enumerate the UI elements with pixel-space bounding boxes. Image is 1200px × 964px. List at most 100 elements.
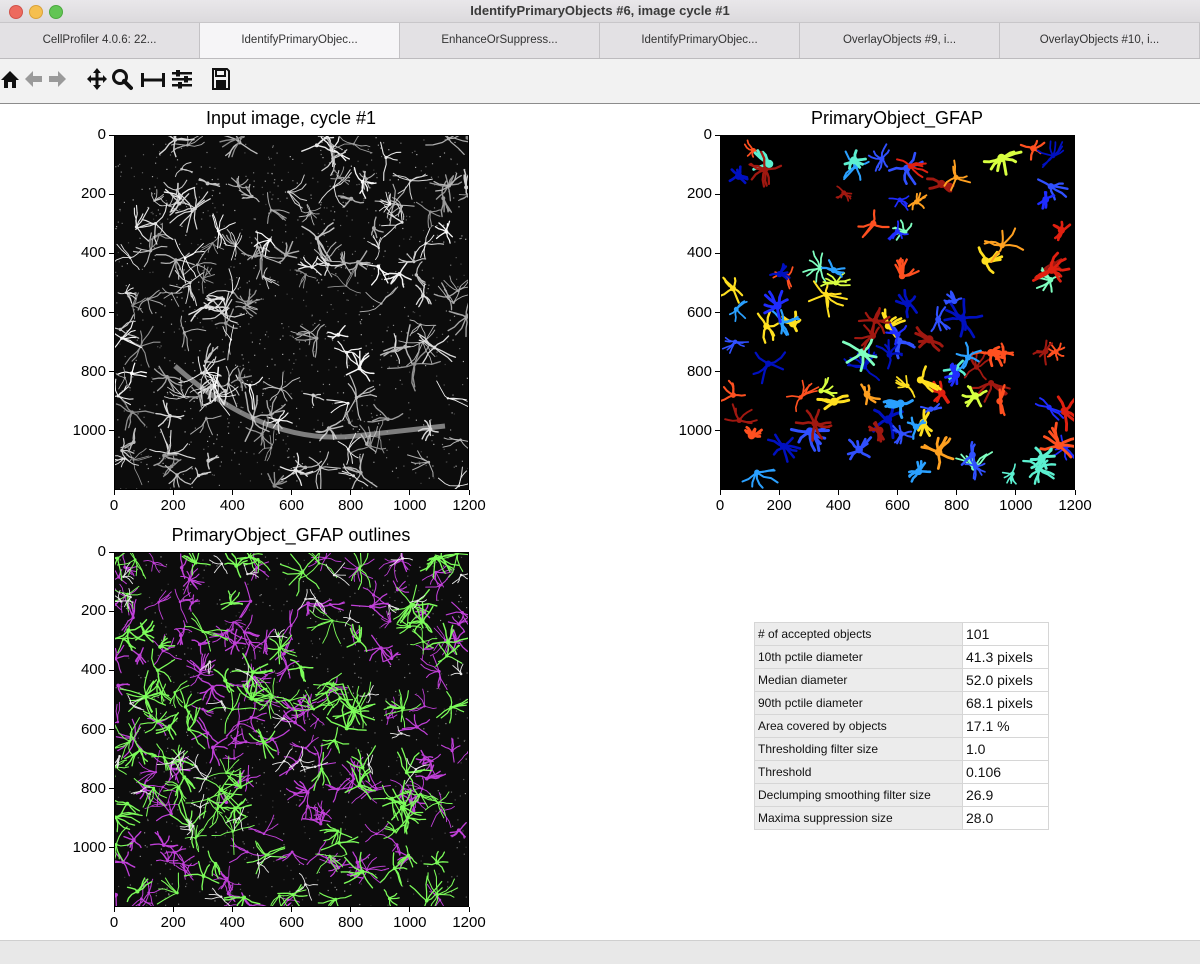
- cell-mark: [192, 468, 211, 484]
- noise-pixel: [240, 263, 241, 264]
- noise-pixel: [376, 173, 377, 174]
- noise-pixel: [431, 177, 432, 178]
- tab-enhance-or-suppress[interactable]: EnhanceOrSuppress...: [400, 23, 600, 58]
- tab-overlay-objects-10[interactable]: OverlayObjects #10, i...: [1000, 23, 1200, 58]
- noise-pixel: [324, 207, 325, 208]
- noise-pixel: [249, 237, 250, 238]
- cell-mark: [725, 404, 757, 423]
- noise-pixel: [373, 717, 374, 718]
- cell-mark: [318, 893, 351, 907]
- noise-pixel: [249, 895, 250, 896]
- noise-pixel: [201, 188, 202, 189]
- noise-pixel: [192, 362, 193, 363]
- noise-pixel: [124, 202, 125, 203]
- y-tick-mark: [715, 312, 720, 313]
- noise-pixel: [167, 393, 168, 394]
- x-tick-label: 0: [84, 497, 144, 514]
- cell-mark: [138, 290, 163, 313]
- cell-mark: [384, 649, 400, 661]
- x-tick-mark: [350, 490, 351, 495]
- noise-pixel: [392, 471, 393, 472]
- configure-subplots-icon[interactable]: [171, 67, 193, 91]
- noise-pixel: [436, 376, 437, 377]
- noise-pixel: [456, 449, 457, 450]
- noise-pixel: [238, 324, 239, 325]
- cell-mark: [917, 367, 941, 392]
- forward-arrow-icon[interactable]: [48, 67, 68, 91]
- noise-pixel: [192, 747, 193, 748]
- noise-pixel: [312, 643, 313, 644]
- noise-pixel: [255, 219, 256, 220]
- stat-label: 10th pctile diameter: [755, 646, 963, 669]
- tab-identify-primary-objects[interactable]: IdentifyPrimaryObjec...: [600, 23, 800, 58]
- noise-pixel: [350, 870, 351, 871]
- noise-pixel: [136, 360, 137, 361]
- noise-pixel: [167, 739, 168, 740]
- noise-pixel: [262, 395, 263, 396]
- axis-range-icon[interactable]: [140, 67, 166, 91]
- primary-objects-plot[interactable]: [720, 135, 1075, 490]
- noise-pixel: [329, 359, 330, 360]
- pan-move-icon[interactable]: [86, 67, 108, 91]
- noise-pixel: [203, 449, 204, 450]
- noise-pixel: [190, 691, 191, 692]
- input-image-plot[interactable]: [114, 135, 469, 490]
- table-row: Area covered by objects17.1 %: [755, 715, 1049, 738]
- cell-mark: [352, 553, 371, 589]
- noise-pixel: [378, 423, 379, 424]
- noise-pixel: [122, 489, 123, 490]
- noise-pixel: [403, 466, 404, 467]
- cell-mark: [268, 473, 287, 490]
- noise-pixel: [259, 759, 260, 760]
- noise-pixel: [360, 454, 361, 455]
- noise-pixel: [285, 225, 286, 226]
- tab-overlay-objects-9[interactable]: OverlayObjects #9, i...: [800, 23, 1000, 58]
- noise-pixel: [327, 464, 328, 465]
- cell-mark: [884, 400, 912, 418]
- noise-pixel: [256, 817, 257, 818]
- noise-pixel: [397, 477, 398, 478]
- cell-mark: [226, 629, 246, 654]
- noise-pixel: [213, 190, 214, 191]
- noise-pixel: [205, 697, 206, 698]
- cell-mark: [360, 287, 398, 312]
- noise-pixel: [377, 671, 378, 672]
- cell-mark: [254, 232, 280, 256]
- home-icon[interactable]: [0, 67, 20, 91]
- noise-pixel: [409, 372, 410, 373]
- tab-cellprofiler[interactable]: CellProfiler 4.0.6: 22...: [0, 23, 200, 58]
- noise-pixel: [373, 614, 374, 615]
- noise-pixel: [420, 629, 421, 630]
- noise-pixel: [343, 293, 344, 294]
- x-tick-mark: [1075, 490, 1076, 495]
- cell-mark: [425, 792, 452, 818]
- noise-pixel: [362, 569, 363, 570]
- noise-pixel: [190, 806, 191, 807]
- noise-pixel: [360, 321, 361, 322]
- noise-pixel: [146, 464, 147, 465]
- cell-mark: [909, 461, 930, 481]
- noise-pixel: [168, 584, 169, 585]
- zoom-magnifier-icon[interactable]: [111, 67, 133, 91]
- noise-pixel: [178, 904, 179, 905]
- outlines-plot[interactable]: [114, 552, 469, 907]
- noise-pixel: [142, 320, 143, 321]
- cell-mark: [1054, 222, 1070, 240]
- noise-pixel: [397, 757, 398, 758]
- noise-pixel: [141, 454, 142, 455]
- tab-identify-primary-objects-active[interactable]: IdentifyPrimaryObjec...: [200, 23, 400, 58]
- noise-pixel: [171, 324, 172, 325]
- noise-pixel: [467, 672, 468, 673]
- back-arrow-icon[interactable]: [23, 67, 43, 91]
- save-figure-icon[interactable]: [211, 67, 231, 91]
- noise-pixel: [378, 489, 379, 490]
- noise-pixel: [319, 591, 320, 592]
- y-tick-label: 1000: [46, 422, 106, 439]
- noise-pixel: [423, 424, 424, 425]
- noise-pixel: [283, 440, 284, 441]
- noise-pixel: [440, 156, 441, 157]
- noise-pixel: [457, 819, 458, 820]
- noise-pixel: [361, 307, 362, 308]
- noise-pixel: [272, 800, 273, 801]
- noise-pixel: [213, 443, 214, 444]
